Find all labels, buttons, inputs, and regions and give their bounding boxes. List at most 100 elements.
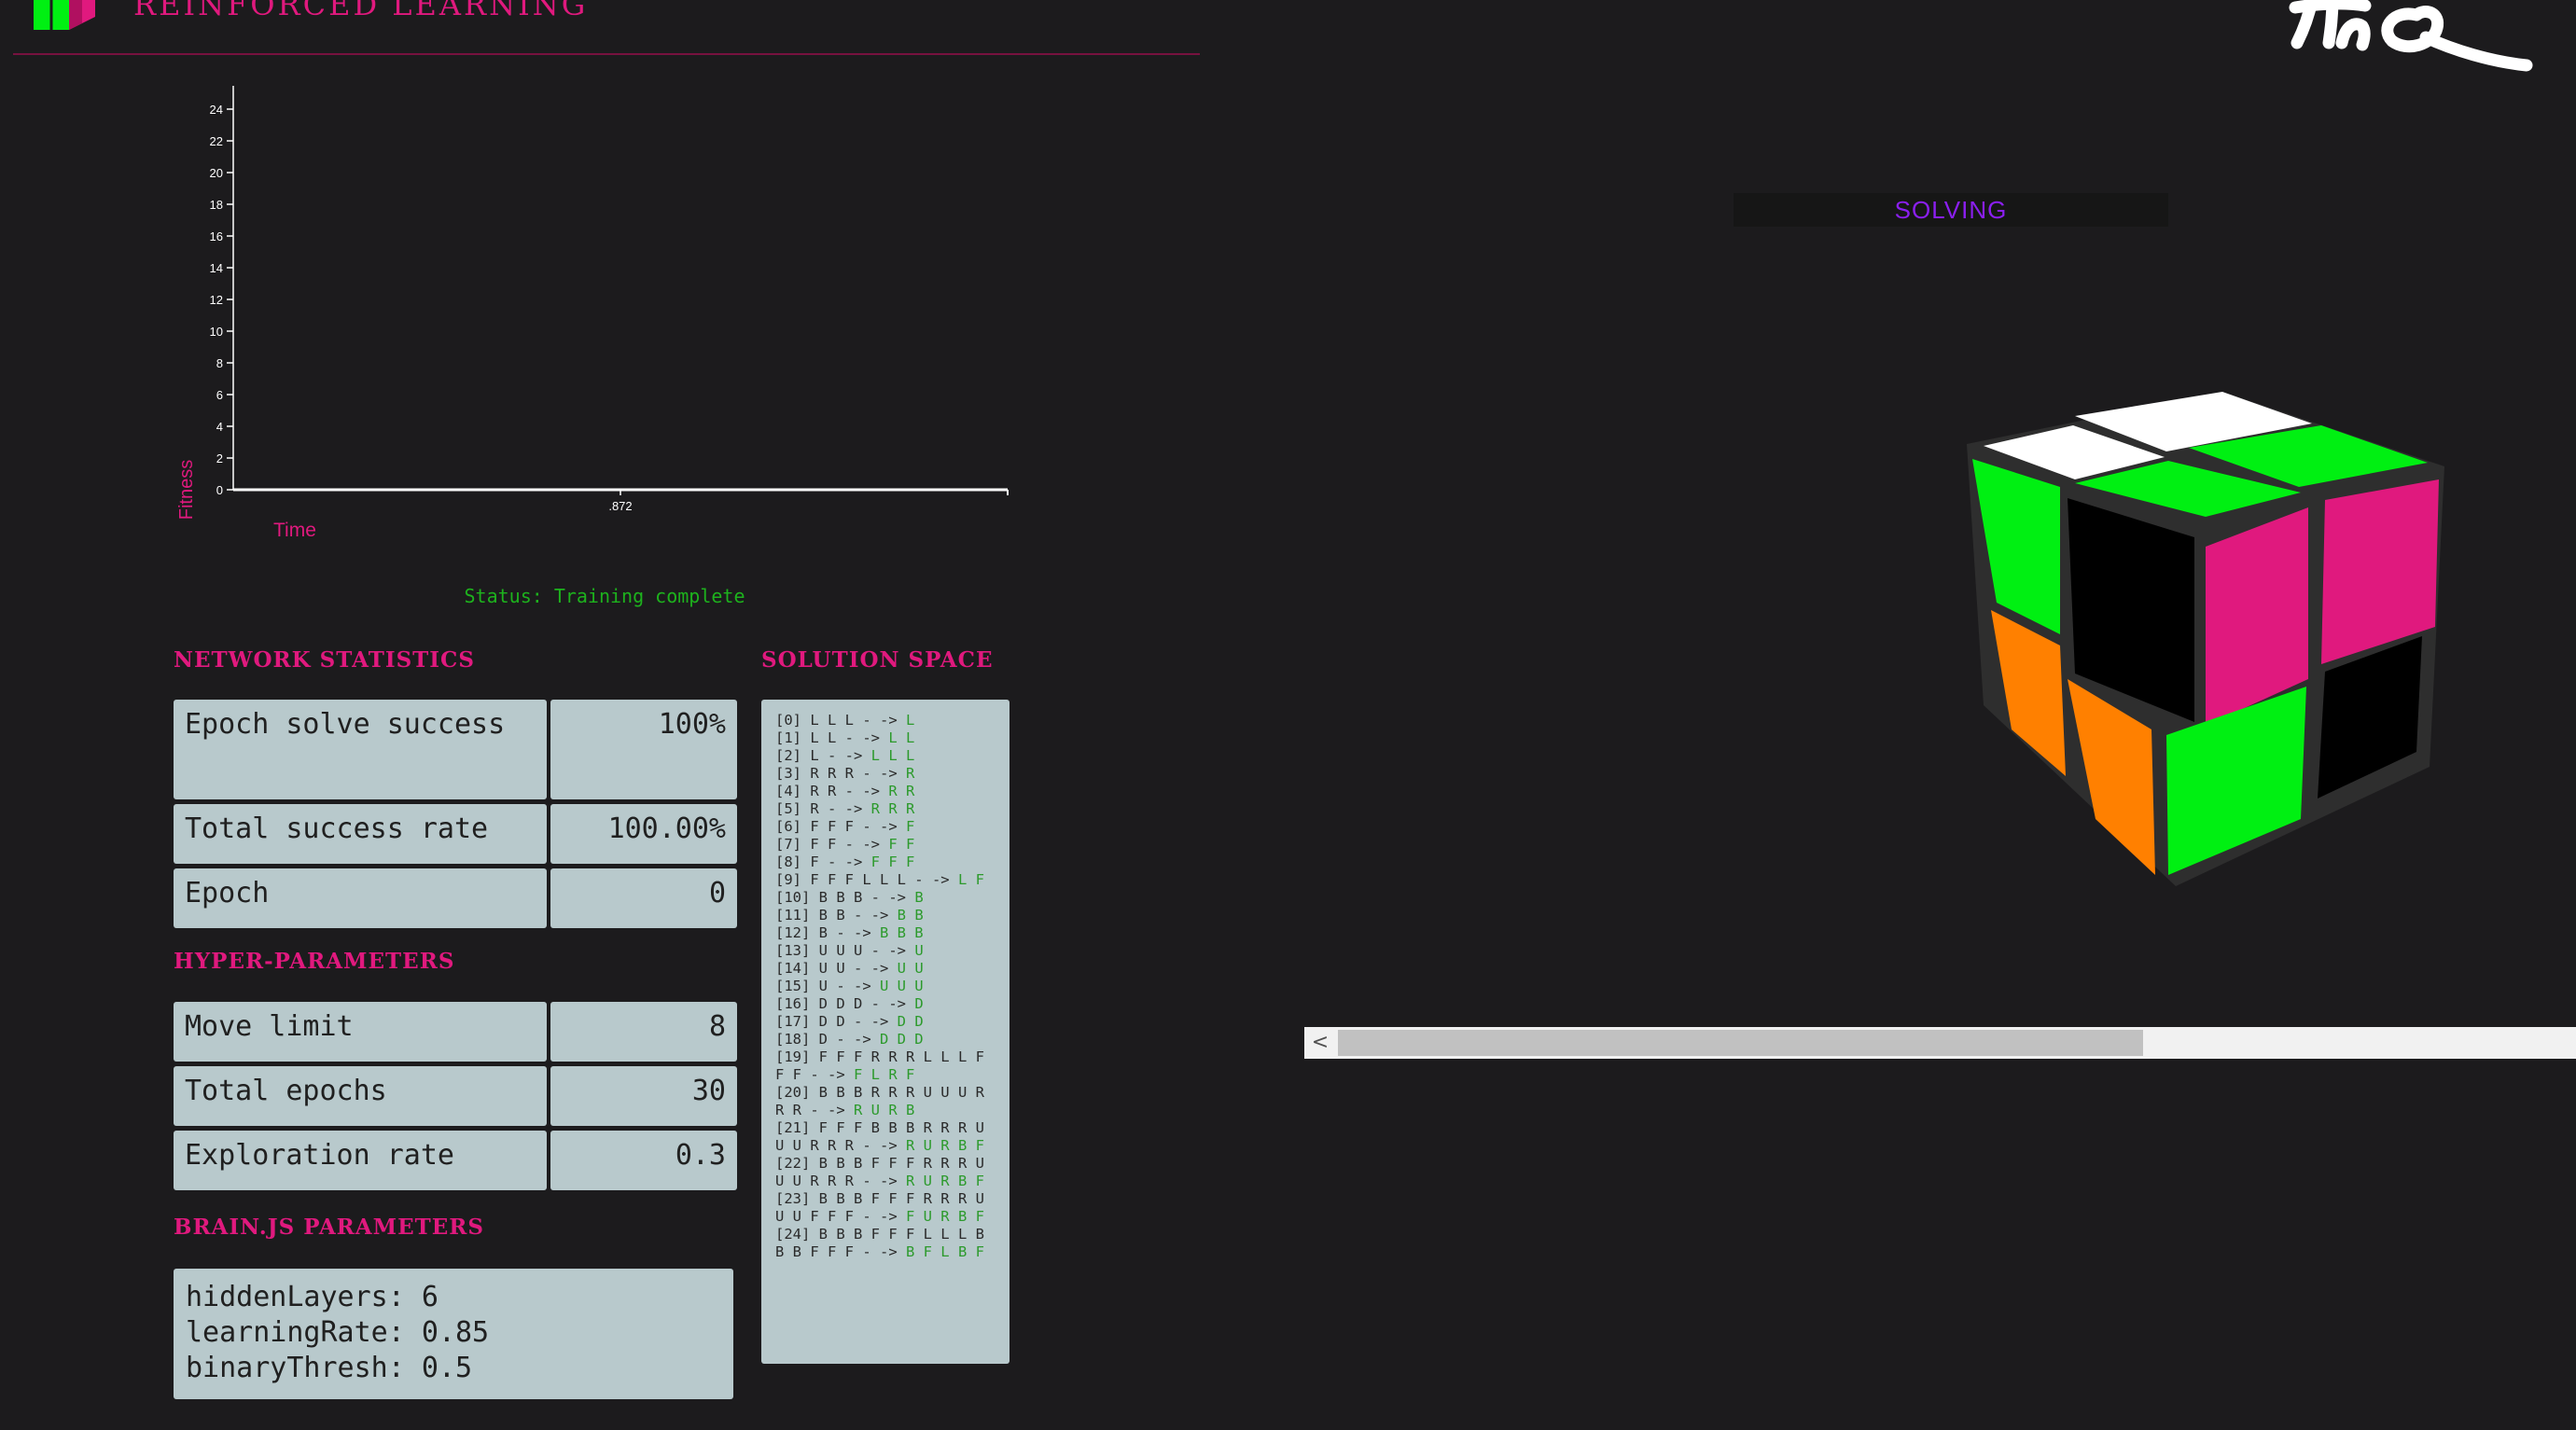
- horizontal-scrollbar[interactable]: <: [1304, 1027, 2576, 1059]
- solution-entry: [18] D - -> D D D: [775, 1031, 997, 1048]
- network-statistics-title: NETWORK STATISTICS: [174, 647, 475, 673]
- solution-entry: [17] D D - -> D D: [775, 1013, 997, 1031]
- param-learning-rate: learningRate: 0.85: [186, 1316, 490, 1349]
- solution-entry: [2] L - -> L L L: [775, 747, 997, 765]
- solution-entry: [11] B B - -> B B: [775, 907, 997, 924]
- param-row-total-epochs: Total epochs 30: [174, 1066, 737, 1126]
- param-label: Move limit: [174, 1002, 547, 1062]
- param-value: 0.3: [550, 1131, 737, 1190]
- solution-entry: [24] B B B F F F L L L B B B F F F - -> …: [775, 1226, 997, 1261]
- hyper-parameters-title: HYPER-PARAMETERS: [174, 949, 455, 974]
- brainjs-parameters-title: BRAIN.JS PARAMETERS: [174, 1215, 485, 1240]
- solution-moves: L L: [888, 729, 915, 746]
- signature-logo: [2289, 0, 2533, 72]
- param-row-move-limit: Move limit 8: [174, 1002, 737, 1062]
- solver-status-bar: SOLVING: [1734, 193, 2168, 227]
- solution-entry: [1] L L - -> L L: [775, 729, 997, 747]
- solution-entry: [21] F F F B B B R R R U U U R R R - -> …: [775, 1119, 997, 1155]
- stat-label: Total success rate: [174, 804, 547, 864]
- x-axis-label: Time: [273, 520, 316, 541]
- y-tick-label: 18: [210, 198, 223, 212]
- app-title: REINFORCED LEARNING: [133, 0, 589, 22]
- stat-label: Epoch solve success: [174, 700, 547, 799]
- solution-moves: F F: [888, 836, 915, 853]
- solution-moves: F: [905, 818, 915, 835]
- solution-entry: [10] B B B - -> B: [775, 889, 997, 907]
- solution-entry: [7] F F - -> F F: [775, 836, 997, 854]
- param-value: 8: [550, 1002, 737, 1062]
- y-tick-label: 8: [216, 356, 223, 370]
- solution-moves: L: [905, 712, 915, 729]
- solution-moves: R: [905, 765, 915, 782]
- solution-scramble: [10] B B B - ->: [775, 889, 915, 906]
- y-tick-label: 14: [210, 261, 223, 275]
- y-tick-label: 22: [210, 134, 223, 148]
- solution-entry: [12] B - -> B B B: [775, 924, 997, 942]
- y-tick-label: 0: [216, 483, 223, 497]
- solution-space-list: [0] L L L - -> L [1] L L - -> L L [2] L - …: [761, 700, 1010, 1364]
- fitness-chart: 024681012141618202224 .872 Fitness Time: [176, 86, 1009, 541]
- y-tick-label: 16: [210, 229, 223, 243]
- solution-moves: R U R B F: [905, 1137, 984, 1154]
- solution-moves: L L L: [870, 747, 915, 764]
- header-divider: [13, 53, 1200, 55]
- y-axis-label: Fitness: [176, 460, 197, 520]
- scrollbar-thumb[interactable]: [1338, 1030, 2143, 1056]
- stat-value: 100.00%: [550, 804, 737, 864]
- solution-moves: U U: [897, 960, 924, 977]
- y-tick-label: 6: [216, 388, 223, 402]
- y-axis: 024681012141618202224: [210, 86, 234, 497]
- solution-entry: [6] F F F - -> F: [775, 818, 997, 836]
- solution-entry: [4] R R - -> R R: [775, 783, 997, 800]
- solution-moves: R R: [888, 783, 915, 799]
- solution-entry: [22] B B B F F F R R R U U U R R R - -> …: [775, 1155, 997, 1190]
- stat-value: 100%: [550, 700, 737, 799]
- y-tick-label: 24: [210, 103, 223, 117]
- solution-scramble: [2] L - ->: [775, 747, 871, 764]
- solution-scramble: [6] F F F - ->: [775, 818, 906, 835]
- scroll-left-button[interactable]: <: [1304, 1027, 1336, 1059]
- network-statistics-table: Epoch solve success 100% Total success r…: [174, 700, 737, 933]
- stat-row-epoch-solve-success: Epoch solve success 100%: [174, 700, 737, 799]
- solution-scramble: [0] L L L - ->: [775, 712, 906, 729]
- solution-scramble: [7] F F - ->: [775, 836, 889, 853]
- solution-entry: [5] R - -> R R R: [775, 800, 997, 818]
- solution-scramble: [11] B B - ->: [775, 907, 898, 923]
- y-tick-label: 4: [216, 420, 223, 434]
- solution-entry: [20] B B B R R R U U U R R R - -> R U R …: [775, 1084, 997, 1119]
- solution-moves: D: [914, 995, 924, 1012]
- solution-moves: B B: [897, 907, 924, 923]
- solution-entry: [15] U - -> U U U: [775, 978, 997, 995]
- solution-scramble: [18] D - ->: [775, 1031, 880, 1048]
- solution-moves: F F F: [870, 854, 915, 870]
- solution-entry: [23] B B B F F F R R R U U U F F F - -> …: [775, 1190, 997, 1226]
- solution-moves: B F L B F: [905, 1243, 984, 1260]
- stat-row-epoch: Epoch 0: [174, 868, 737, 928]
- param-label: Total epochs: [174, 1066, 547, 1126]
- rubiks-cube-3d[interactable]: [1956, 382, 2459, 886]
- solution-moves: B B B: [879, 924, 924, 941]
- solution-moves: U: [914, 942, 924, 959]
- solution-entry: [13] U U U - -> U: [775, 942, 997, 960]
- param-label: Exploration rate: [174, 1131, 547, 1190]
- cube-logo-icon: [34, 0, 95, 30]
- solution-scramble: [12] B - ->: [775, 924, 880, 941]
- brainjs-parameters-box: hiddenLayers: 6 learningRate: 0.85 binar…: [174, 1269, 733, 1399]
- solution-entry: [14] U U - -> U U: [775, 960, 997, 978]
- solution-moves: R R R: [870, 800, 915, 817]
- solution-scramble: [16] D D D - ->: [775, 995, 915, 1012]
- y-tick-label: 10: [210, 325, 223, 339]
- solution-scramble: [8] F - ->: [775, 854, 871, 870]
- training-status: Status: Training complete: [464, 585, 745, 607]
- stat-row-total-success-rate: Total success rate 100.00%: [174, 804, 737, 864]
- solution-moves: U U U: [879, 978, 924, 994]
- solution-moves: F U R B F: [905, 1208, 984, 1225]
- solution-entry: [9] F F F L L L - -> L F: [775, 871, 997, 889]
- solution-scramble: [4] R R - ->: [775, 783, 889, 799]
- y-tick-label: 20: [210, 166, 223, 180]
- solution-entry: [19] F F F R R R L L L F F F - -> F L R …: [775, 1048, 997, 1084]
- x-axis: .872: [233, 488, 1009, 513]
- solution-scramble: [5] R - ->: [775, 800, 871, 817]
- param-value: 30: [550, 1066, 737, 1126]
- solution-moves: D D D: [879, 1031, 924, 1048]
